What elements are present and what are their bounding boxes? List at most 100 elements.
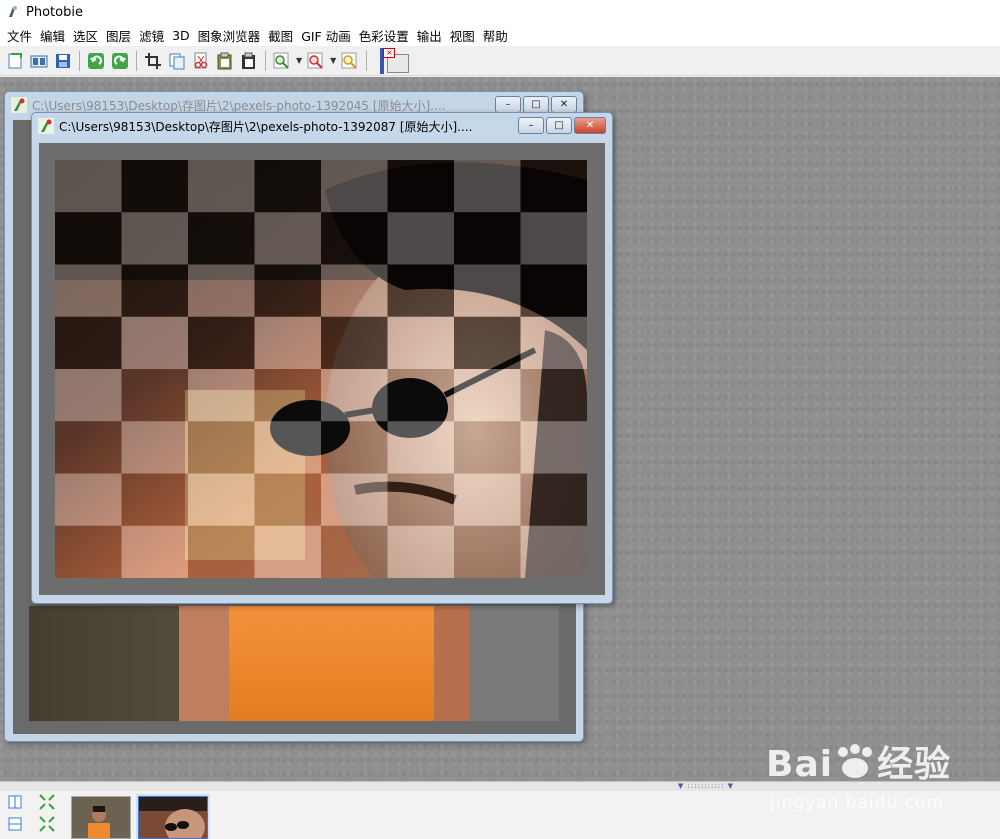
checker-tile bbox=[254, 160, 321, 213]
menu-filter[interactable]: 滤镜 bbox=[138, 24, 171, 47]
checker-tile bbox=[188, 421, 255, 474]
checker-tile bbox=[188, 316, 255, 369]
undo-icon[interactable] bbox=[86, 51, 106, 71]
checker-tile bbox=[321, 473, 388, 526]
zoom-out-icon[interactable] bbox=[306, 51, 326, 71]
checker-tile bbox=[454, 160, 521, 213]
toolbar-separator bbox=[79, 50, 80, 71]
thumbnail-item[interactable] bbox=[71, 796, 131, 839]
photobie-icon bbox=[6, 5, 20, 19]
checker-tile bbox=[55, 473, 122, 526]
menu-bar: 文件 编辑 选区 图层 滤镜 3D 图象浏览器 截图 GIF 动画 色彩设置 输… bbox=[0, 24, 1000, 46]
zoom-fit-icon[interactable] bbox=[340, 51, 360, 71]
maximize-button[interactable]: □ bbox=[546, 117, 572, 134]
menu-view[interactable]: 视图 bbox=[449, 24, 482, 47]
checker-tile bbox=[55, 264, 122, 317]
minimize-button[interactable]: – bbox=[518, 117, 544, 134]
checker-tile bbox=[520, 212, 587, 265]
document-window-front[interactable]: C:\Users\98153\Desktop\存图片\2\pexels-phot… bbox=[31, 112, 613, 604]
menu-output[interactable]: 输出 bbox=[416, 24, 449, 47]
thumbnail-image bbox=[139, 797, 207, 838]
close-button[interactable]: ✕ bbox=[551, 96, 577, 113]
checker-tile bbox=[254, 525, 321, 578]
checker-tile bbox=[321, 264, 388, 317]
checker-tile bbox=[321, 525, 388, 578]
crop-icon[interactable] bbox=[143, 51, 163, 71]
checker-tile bbox=[188, 160, 255, 213]
checker-tile bbox=[188, 473, 255, 526]
color-swatch[interactable]: × bbox=[377, 47, 413, 74]
menu-3d[interactable]: 3D bbox=[171, 26, 197, 45]
toolbar-separator bbox=[136, 50, 137, 71]
thumbnail-item-selected[interactable] bbox=[138, 796, 208, 839]
minimize-button[interactable]: – bbox=[495, 96, 521, 113]
checker-tile bbox=[254, 316, 321, 369]
checker-tile bbox=[254, 473, 321, 526]
menu-edit[interactable]: 编辑 bbox=[39, 24, 72, 47]
expand-icon[interactable] bbox=[39, 794, 55, 810]
cut-icon[interactable] bbox=[191, 51, 211, 71]
document-title: C:\Users\98153\Desktop\存图片\2\pexels-phot… bbox=[32, 98, 446, 113]
paste-new-icon[interactable] bbox=[239, 51, 259, 71]
chevron-down-icon[interactable]: ▼ bbox=[330, 56, 336, 65]
checker-tile bbox=[55, 316, 122, 369]
menu-gif-animation[interactable]: GIF 动画 bbox=[300, 24, 358, 47]
layout-single-icon[interactable] bbox=[7, 794, 23, 810]
copy-icon[interactable] bbox=[167, 51, 187, 71]
photo-image bbox=[29, 606, 559, 721]
checker-tile bbox=[188, 369, 255, 422]
maximize-button[interactable]: □ bbox=[523, 96, 549, 113]
checker-tile bbox=[121, 421, 188, 474]
menu-color-settings[interactable]: 色彩设置 bbox=[358, 24, 416, 47]
checker-tile bbox=[55, 525, 122, 578]
collapse-icon[interactable] bbox=[39, 816, 55, 832]
checker-tile bbox=[188, 212, 255, 265]
close-button[interactable]: ✕ bbox=[574, 117, 606, 134]
checkerboard-effect bbox=[55, 160, 587, 578]
menu-select[interactable]: 选区 bbox=[72, 24, 105, 47]
paste-icon[interactable] bbox=[215, 51, 235, 71]
checker-tile bbox=[387, 160, 454, 213]
document-canvas[interactable] bbox=[39, 143, 605, 595]
thumbnail-image bbox=[72, 797, 130, 838]
watermark-url: jingyan.baidu.com bbox=[770, 793, 944, 813]
checker-tile bbox=[321, 160, 388, 213]
toolbar: ▼ ▼ × bbox=[0, 46, 1000, 76]
checker-tile bbox=[520, 316, 587, 369]
toolbar-separator bbox=[265, 50, 266, 71]
checker-tile bbox=[454, 421, 521, 474]
checker-tile bbox=[520, 160, 587, 213]
checker-tile bbox=[321, 212, 388, 265]
checker-tile bbox=[520, 525, 587, 578]
open-icon[interactable] bbox=[29, 51, 49, 71]
splitter-handle-icon[interactable]: ▼ ::::::::::: ▼ bbox=[666, 782, 746, 791]
checker-tile bbox=[321, 421, 388, 474]
checker-tile bbox=[188, 264, 255, 317]
browser-tools bbox=[3, 791, 63, 839]
zoom-in-icon[interactable] bbox=[272, 51, 292, 71]
menu-help[interactable]: 帮助 bbox=[482, 24, 515, 47]
reset-color-icon[interactable]: × bbox=[383, 47, 396, 58]
photo-image bbox=[55, 160, 587, 578]
menu-image-browser[interactable]: 图象浏览器 bbox=[197, 24, 268, 47]
document-icon bbox=[11, 97, 27, 113]
layout-split-icon[interactable] bbox=[7, 816, 23, 832]
checker-tile bbox=[387, 421, 454, 474]
document-icon bbox=[38, 118, 54, 134]
checker-tile bbox=[121, 369, 188, 422]
window-buttons: – □ ✕ bbox=[516, 117, 606, 134]
checker-tile bbox=[387, 525, 454, 578]
checker-tile bbox=[121, 473, 188, 526]
chevron-down-icon[interactable]: ▼ bbox=[296, 56, 302, 65]
checker-tile bbox=[188, 525, 255, 578]
menu-screenshot[interactable]: 截图 bbox=[267, 24, 300, 47]
checker-tile bbox=[454, 316, 521, 369]
document-title: C:\Users\98153\Desktop\存图片\2\pexels-phot… bbox=[59, 119, 473, 134]
save-icon[interactable] bbox=[53, 51, 73, 71]
redo-icon[interactable] bbox=[110, 51, 130, 71]
menu-file[interactable]: 文件 bbox=[6, 24, 39, 47]
menu-layer[interactable]: 图层 bbox=[105, 24, 138, 47]
new-icon[interactable] bbox=[5, 51, 25, 71]
app-title: Photobie bbox=[26, 4, 83, 20]
checker-tile bbox=[55, 421, 122, 474]
